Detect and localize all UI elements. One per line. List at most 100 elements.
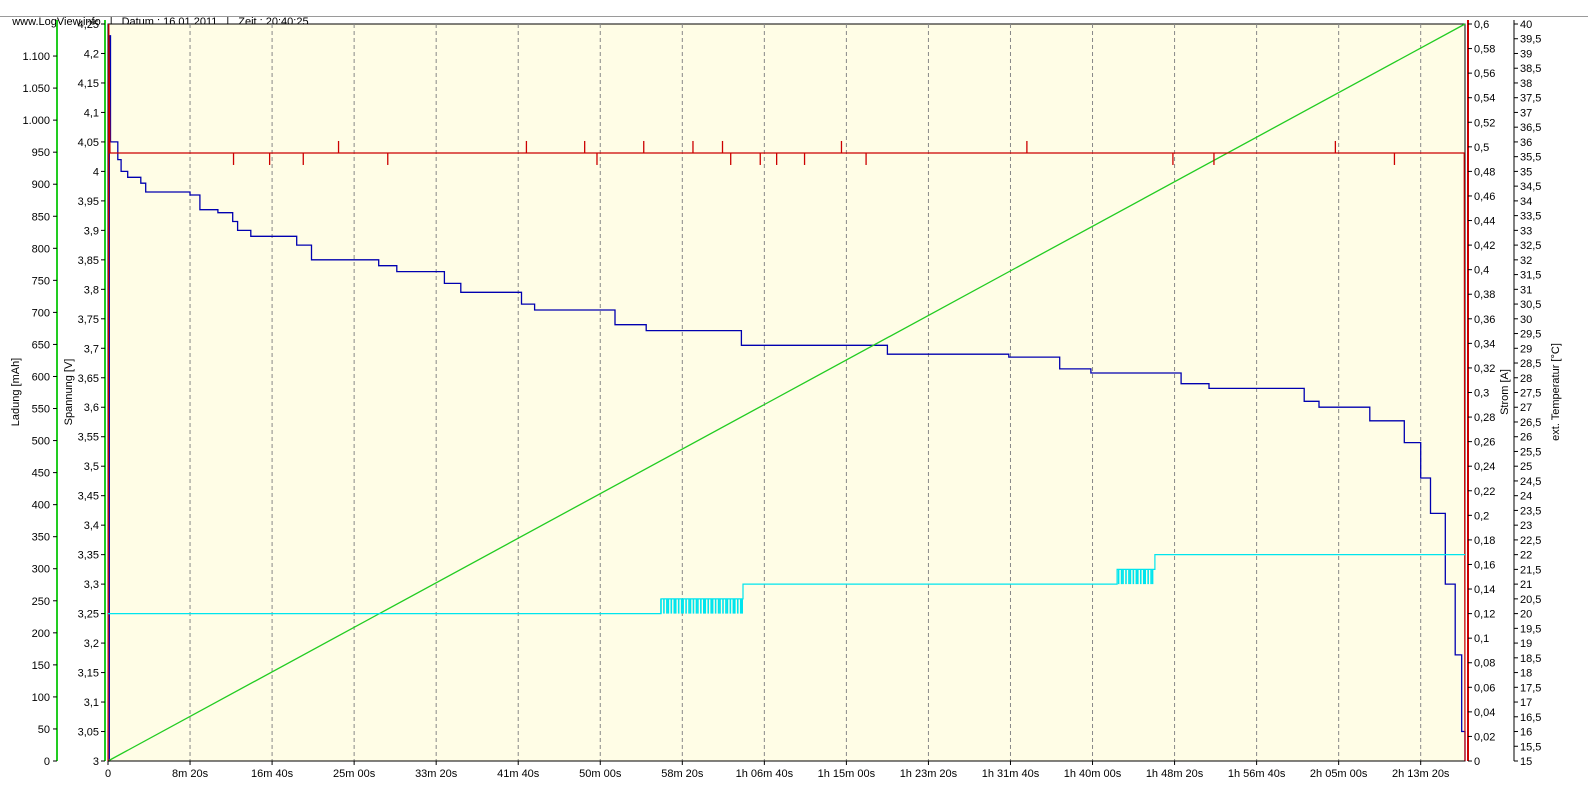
current-tick-label: 0,16 bbox=[1474, 559, 1495, 571]
temperature-tick-label: 29,5 bbox=[1520, 329, 1541, 341]
current-tick-label: 0,44 bbox=[1474, 216, 1495, 228]
temperature-tick-label: 34,5 bbox=[1520, 181, 1541, 193]
charge-tick-label: 500 bbox=[32, 436, 50, 448]
temperature-tick-label: 30 bbox=[1520, 314, 1532, 326]
temperature-tick-label: 34 bbox=[1520, 196, 1532, 208]
temperature-tick-label: 39,5 bbox=[1520, 34, 1541, 46]
temperature-tick-label: 30,5 bbox=[1520, 299, 1541, 311]
current-tick-label: 0,52 bbox=[1474, 117, 1495, 129]
voltage-tick-label: 4,2 bbox=[84, 48, 99, 60]
current-tick-label: 0,24 bbox=[1474, 461, 1495, 473]
voltage-tick-label: 4,25 bbox=[78, 19, 99, 31]
current-tick-label: 0,08 bbox=[1474, 658, 1495, 670]
voltage-tick-label: 3,35 bbox=[78, 550, 99, 562]
x-tick-label: 33m 20s bbox=[415, 768, 458, 780]
current-tick-label: 0,3 bbox=[1474, 388, 1489, 400]
charge-tick-label: 650 bbox=[32, 339, 50, 351]
temperature-tick-label: 38,5 bbox=[1520, 63, 1541, 75]
voltage-tick-label: 4,05 bbox=[78, 137, 99, 149]
current-tick-label: 0,06 bbox=[1474, 682, 1495, 694]
x-tick-label: 1h 23m 20s bbox=[900, 768, 958, 780]
temperature-tick-label: 28 bbox=[1520, 373, 1532, 385]
voltage-tick-label: 3,25 bbox=[78, 609, 99, 621]
temperature-tick-label: 18 bbox=[1520, 668, 1532, 680]
current-tick-label: 0,22 bbox=[1474, 486, 1495, 498]
x-tick-label: 0 bbox=[105, 768, 111, 780]
voltage-tick-label: 3,2 bbox=[84, 638, 99, 650]
charge-tick-label: 600 bbox=[32, 371, 50, 383]
current-tick-label: 0,02 bbox=[1474, 731, 1495, 743]
x-tick-label: 8m 20s bbox=[172, 768, 209, 780]
voltage-axis-title: Spannung [V] bbox=[63, 359, 75, 426]
current-tick-label: 0,28 bbox=[1474, 412, 1495, 424]
current-tick-label: 0,18 bbox=[1474, 535, 1495, 547]
voltage-tick-label: 4,1 bbox=[84, 107, 99, 119]
x-tick-label: 2h 05m 00s bbox=[1310, 768, 1368, 780]
temperature-tick-label: 19 bbox=[1520, 638, 1532, 650]
voltage-tick-label: 3,5 bbox=[84, 461, 99, 473]
temperature-tick-label: 16,5 bbox=[1520, 712, 1541, 724]
temperature-tick-label: 25 bbox=[1520, 461, 1532, 473]
temperature-tick-label: 26 bbox=[1520, 432, 1532, 444]
temperature-tick-label: 26,5 bbox=[1520, 417, 1541, 429]
voltage-tick-label: 3 bbox=[93, 756, 99, 768]
charge-axis-title: Ladung [mAh] bbox=[10, 358, 22, 427]
current-tick-label: 0,34 bbox=[1474, 338, 1495, 350]
x-tick-label: 1h 48m 20s bbox=[1146, 768, 1204, 780]
voltage-tick-label: 3,95 bbox=[78, 196, 99, 208]
temperature-tick-label: 31 bbox=[1520, 284, 1532, 296]
temperature-axis-title: ext. Temperatur [°C] bbox=[1550, 343, 1562, 441]
temperature-tick-label: 16 bbox=[1520, 727, 1532, 739]
voltage-tick-label: 3,15 bbox=[78, 668, 99, 680]
current-tick-label: 0,32 bbox=[1474, 363, 1495, 375]
charge-tick-label: 200 bbox=[32, 628, 50, 640]
charge-tick-label: 1.000 bbox=[22, 115, 50, 127]
temperature-tick-label: 20 bbox=[1520, 609, 1532, 621]
voltage-tick-label: 3,05 bbox=[78, 727, 99, 739]
voltage-tick-label: 3,75 bbox=[78, 314, 99, 326]
charge-tick-label: 550 bbox=[32, 404, 50, 416]
x-tick-label: 16m 40s bbox=[251, 768, 294, 780]
charge-tick-label: 950 bbox=[32, 147, 50, 159]
voltage-tick-label: 3,7 bbox=[84, 343, 99, 355]
charge-tick-label: 900 bbox=[32, 179, 50, 191]
temperature-tick-label: 35 bbox=[1520, 166, 1532, 178]
temperature-tick-label: 36 bbox=[1520, 137, 1532, 149]
current-tick-label: 0,54 bbox=[1474, 93, 1495, 105]
charge-tick-label: 350 bbox=[32, 532, 50, 544]
current-tick-label: 0,14 bbox=[1474, 584, 1495, 596]
charge-tick-label: 300 bbox=[32, 564, 50, 576]
x-tick-label: 41m 40s bbox=[497, 768, 540, 780]
temperature-tick-label: 25,5 bbox=[1520, 446, 1541, 458]
voltage-tick-label: 3,6 bbox=[84, 402, 99, 414]
temperature-tick-label: 24 bbox=[1520, 491, 1532, 503]
current-tick-label: 0,56 bbox=[1474, 68, 1495, 80]
temperature-tick-label: 39 bbox=[1520, 48, 1532, 60]
current-tick-label: 0,1 bbox=[1474, 633, 1489, 645]
charge-tick-label: 150 bbox=[32, 660, 50, 672]
temperature-tick-label: 33 bbox=[1520, 225, 1532, 237]
x-tick-label: 1h 31m 40s bbox=[982, 768, 1040, 780]
current-tick-label: 0 bbox=[1474, 756, 1480, 768]
voltage-tick-label: 3,1 bbox=[84, 697, 99, 709]
charge-tick-label: 700 bbox=[32, 307, 50, 319]
charge-tick-label: 250 bbox=[32, 596, 50, 608]
temperature-tick-label: 17 bbox=[1520, 697, 1532, 709]
x-tick-label: 1h 40m 00s bbox=[1064, 768, 1122, 780]
current-tick-label: 0,58 bbox=[1474, 44, 1495, 56]
temperature-tick-label: 31,5 bbox=[1520, 270, 1541, 282]
current-tick-label: 0,38 bbox=[1474, 289, 1495, 301]
temperature-tick-label: 20,5 bbox=[1520, 594, 1541, 606]
temperature-tick-label: 24,5 bbox=[1520, 476, 1541, 488]
x-tick-label: 1h 56m 40s bbox=[1228, 768, 1286, 780]
temperature-tick-label: 29 bbox=[1520, 343, 1532, 355]
temperature-tick-label: 40 bbox=[1520, 19, 1532, 31]
temperature-tick-label: 15,5 bbox=[1520, 741, 1541, 753]
temperature-tick-label: 22,5 bbox=[1520, 535, 1541, 547]
temperature-tick-label: 18,5 bbox=[1520, 653, 1541, 665]
temperature-tick-label: 27,5 bbox=[1520, 388, 1541, 400]
voltage-tick-label: 4,15 bbox=[78, 78, 99, 90]
temperature-tick-label: 17,5 bbox=[1520, 682, 1541, 694]
voltage-tick-label: 3,45 bbox=[78, 491, 99, 503]
current-tick-label: 0,4 bbox=[1474, 265, 1489, 277]
